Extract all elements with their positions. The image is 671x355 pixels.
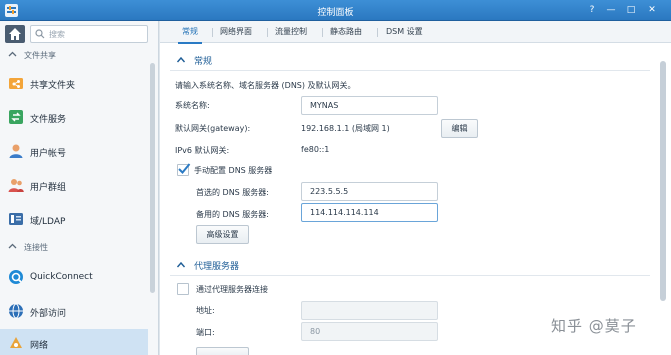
- preferred-dns-input[interactable]: 223.5.5.5: [301, 182, 438, 201]
- alternate-dns-label: 备用的 DNS 服务器:: [196, 210, 270, 219]
- sidebar-item-quickconnect[interactable]: QuickConnect: [0, 263, 148, 291]
- tab-static-route[interactable]: 静态路由: [330, 26, 362, 43]
- chevron-up-icon: [176, 261, 186, 268]
- globe-icon: [9, 303, 23, 319]
- gateway-label: 默认网关(gateway):: [175, 124, 251, 133]
- divider: [170, 275, 650, 276]
- manual-dns-label: 手动配置 DNS 服务器: [194, 166, 273, 175]
- watermark: 知乎 @莫子: [551, 317, 637, 335]
- section-label: 文件共享: [24, 51, 56, 60]
- home-button[interactable]: [5, 25, 25, 43]
- window-title: 控制面板: [317, 8, 354, 18]
- tab-dsm-settings[interactable]: DSM 设置: [386, 26, 423, 43]
- section-connectivity[interactable]: 连接性: [0, 239, 148, 255]
- manual-dns-checkbox[interactable]: [177, 163, 191, 176]
- tab-bar: 常规 网络界面 流量控制 静态路由 DSM 设置: [160, 21, 671, 44]
- user-icon: [9, 144, 23, 158]
- tab-divider: [212, 28, 213, 37]
- advanced-settings-button[interactable]: 高级设置: [196, 225, 249, 244]
- quickconnect-icon: [9, 270, 23, 284]
- network-icon: [10, 337, 22, 348]
- search-placeholder: 搜索: [49, 30, 65, 39]
- proxy-address-input[interactable]: [301, 301, 438, 320]
- sidebar-item-label: 共享文件夹: [30, 81, 76, 91]
- sidebar-item-label: 域/LDAP: [30, 217, 66, 227]
- tab-traffic-control[interactable]: 流量控制: [275, 26, 307, 43]
- sidebar-item-file-service[interactable]: 文件服务: [0, 103, 148, 131]
- system-name-value: MYNAS: [310, 101, 339, 110]
- close-button[interactable]: ✕: [645, 3, 659, 17]
- proxy-port-label: 端口:: [196, 328, 215, 337]
- sidebar: 搜索 文件共享 共享文件夹 文件服务 用户帐号 用户群组 域/LDAP 连接性 …: [0, 21, 159, 355]
- sidebar-item-shared-folder[interactable]: 共享文件夹: [0, 69, 148, 97]
- chevron-up-icon: [8, 51, 17, 57]
- title-bar: 控制面板 ? — □ ✕: [0, 0, 671, 21]
- alternate-dns-input[interactable]: 114.114.114.114: [301, 203, 438, 222]
- search-input[interactable]: 搜索: [30, 25, 148, 43]
- group-title: 常规: [194, 57, 213, 67]
- sidebar-item-label: 外部访问: [30, 309, 67, 319]
- main-panel: 常规 网络界面 流量控制 静态路由 DSM 设置 常规 请输入系统名称、域名服务…: [160, 21, 671, 355]
- sidebar-scrollbar[interactable]: [150, 63, 155, 293]
- gateway-value: 192.168.1.1 (局域网 1): [301, 124, 390, 133]
- divider: [170, 70, 650, 71]
- group-icon: [8, 179, 24, 192]
- file-service-icon: [9, 110, 23, 124]
- sidebar-item-label: 文件服务: [30, 115, 67, 125]
- use-proxy-label: 通过代理服务器连接: [196, 285, 268, 294]
- proxy-group-header[interactable]: 代理服务器: [170, 257, 650, 276]
- tab-general[interactable]: 常规: [178, 26, 202, 44]
- group-title: 代理服务器: [194, 262, 240, 272]
- maximize-button[interactable]: □: [624, 3, 638, 17]
- sidebar-item-label: 网络: [30, 341, 49, 351]
- sidebar-item-domain-ldap[interactable]: 域/LDAP: [0, 205, 148, 233]
- ipv6-gateway-label: IPv6 默认网关:: [175, 146, 230, 155]
- use-proxy-checkbox[interactable]: [177, 283, 189, 295]
- system-name-label: 系统名称:: [175, 101, 210, 110]
- sidebar-item-label: 用户帐号: [30, 149, 67, 159]
- help-button[interactable]: ?: [585, 3, 599, 17]
- proxy-port-input[interactable]: 80: [301, 322, 438, 341]
- edit-gateway-button[interactable]: 编辑: [441, 119, 478, 138]
- tab-network-interface[interactable]: 网络界面: [220, 26, 252, 43]
- tab-divider: [377, 28, 378, 37]
- chevron-up-icon: [8, 243, 17, 249]
- checkmark-icon: [178, 163, 191, 174]
- proxy-port-value: 80: [310, 327, 321, 336]
- ipv6-gateway-value: fe80::1: [301, 145, 330, 154]
- proxy-advanced-button-partial[interactable]: [196, 347, 249, 355]
- section-file-sharing[interactable]: 文件共享: [0, 47, 148, 63]
- sidebar-item-external-access[interactable]: 外部访问: [0, 297, 148, 325]
- proxy-address-label: 地址:: [196, 306, 215, 315]
- share-folder-icon: [9, 78, 23, 89]
- general-group-header[interactable]: 常规: [170, 52, 650, 71]
- section-label: 连接性: [24, 243, 48, 252]
- preferred-dns-label: 首选的 DNS 服务器:: [196, 188, 270, 197]
- sidebar-item-network[interactable]: 网络: [0, 329, 148, 355]
- domain-icon: [9, 213, 23, 225]
- tab-divider: [267, 28, 268, 37]
- sidebar-item-label: 用户群组: [30, 183, 67, 193]
- main-scrollbar[interactable]: [660, 61, 666, 301]
- minimize-button[interactable]: —: [604, 3, 618, 17]
- tab-divider: [322, 28, 323, 37]
- sidebar-item-user-group[interactable]: 用户群组: [0, 171, 148, 199]
- home-icon: [9, 28, 21, 40]
- alternate-dns-value: 114.114.114.114: [310, 208, 379, 217]
- sidebar-item-label: QuickConnect: [30, 272, 93, 282]
- preferred-dns-value: 223.5.5.5: [310, 187, 349, 196]
- sidebar-item-user-account[interactable]: 用户帐号: [0, 137, 148, 165]
- chevron-up-icon: [176, 56, 186, 63]
- general-description: 请输入系统名称、域名服务器 (DNS) 及默认网关。: [175, 81, 356, 90]
- search-icon: [35, 29, 45, 39]
- system-name-input[interactable]: MYNAS: [301, 96, 438, 115]
